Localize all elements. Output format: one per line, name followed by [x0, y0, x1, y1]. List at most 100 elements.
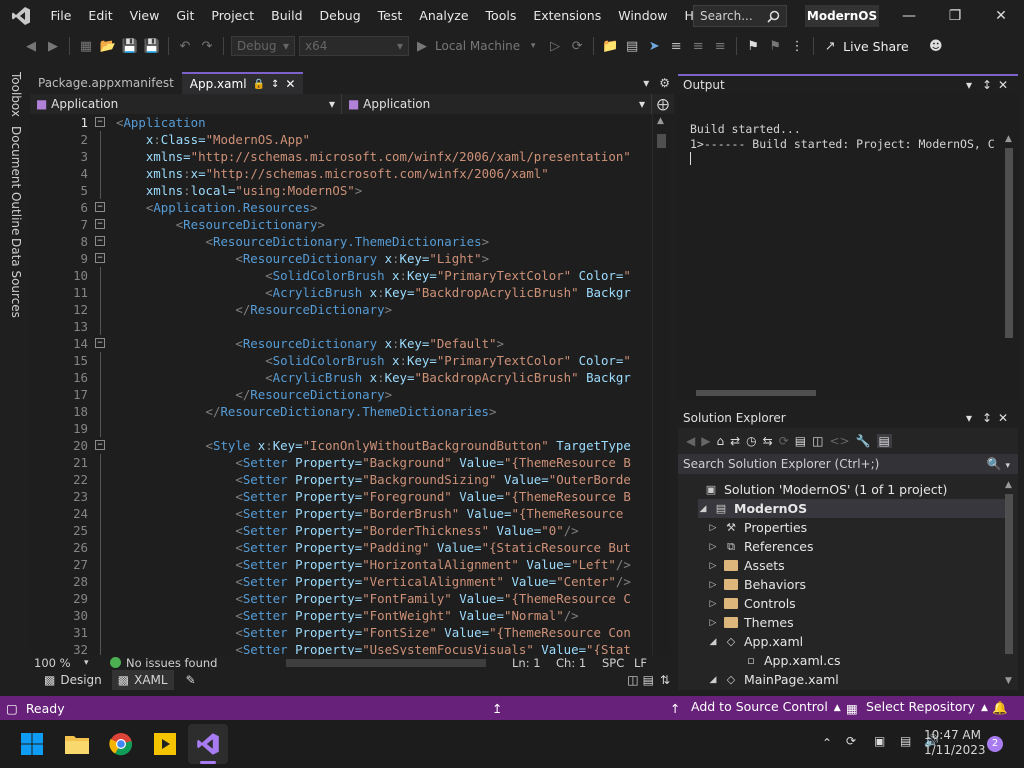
configuration-dropdown[interactable]: Debug ▾: [231, 36, 295, 56]
back-icon[interactable]: ◀: [686, 434, 695, 448]
gear-icon[interactable]: ⚙: [655, 72, 674, 94]
tree-item-assets[interactable]: ▷ Assets: [708, 556, 785, 575]
code-line[interactable]: 32 <Setter Property="UseSystemFocusVisua…: [30, 641, 652, 655]
scroll-up-icon[interactable]: ▲: [1005, 480, 1012, 490]
search-icon[interactable]: 🔍: [987, 457, 1002, 471]
code-line[interactable]: 14− <ResourceDictionary x:Key="Default">: [30, 335, 652, 352]
collapsed-arrow-icon[interactable]: ▷: [708, 523, 718, 533]
code-line[interactable]: 24 <Setter Property="BorderBrush" Value=…: [30, 505, 652, 522]
tab-package-appxmanifest[interactable]: Package.appxmanifest: [30, 72, 182, 94]
chevron-down-icon[interactable]: ▾: [84, 658, 110, 668]
collapsed-arrow-icon[interactable]: ▷: [708, 561, 718, 571]
redo-icon[interactable]: ↷: [198, 37, 216, 55]
collapse-icon[interactable]: −: [95, 117, 105, 127]
folder-view-icon[interactable]: 📁: [601, 37, 619, 55]
collapse-icon[interactable]: −: [95, 440, 105, 450]
tree-item-modernos[interactable]: ◢ ▤ ModernOS: [698, 499, 1008, 518]
show-all-files-icon[interactable]: ◫: [812, 434, 823, 448]
chevron-down-icon[interactable]: ▾: [1005, 461, 1010, 471]
tab-app-xaml[interactable]: App.xaml 🔒 ↕ ✕: [181, 72, 304, 94]
menu-tools[interactable]: Tools: [477, 0, 525, 32]
tree-item-properties[interactable]: ▷ ⚒ Properties: [708, 518, 808, 537]
output-horizontal-scrollbar[interactable]: [680, 386, 1000, 400]
visual-studio-logo-icon[interactable]: [0, 0, 42, 32]
cursor-icon[interactable]: ➤: [645, 37, 663, 55]
expanded-arrow-icon[interactable]: ◢: [708, 637, 718, 647]
member-scope-dropdown[interactable]: ■ Application ▾: [342, 94, 652, 114]
menu-file[interactable]: File: [42, 0, 80, 32]
home-icon[interactable]: ⌂: [716, 434, 724, 448]
project-name-badge[interactable]: ModernOS: [805, 5, 879, 27]
clock[interactable]: 10:47 AM 1/11/2023: [924, 728, 986, 758]
save-all-icon[interactable]: 💾: [143, 37, 161, 55]
chevron-up-icon[interactable]: ⌃: [822, 736, 832, 750]
refresh-icon[interactable]: ⟳: [779, 434, 789, 448]
share-icon[interactable]: ↗: [821, 37, 839, 55]
collapse-icon[interactable]: −: [95, 219, 105, 229]
menu-build[interactable]: Build: [263, 0, 311, 32]
upload-icon[interactable]: ↥: [492, 701, 502, 716]
history-icon[interactable]: ◷: [746, 434, 756, 448]
close-icon[interactable]: ✕: [998, 78, 1018, 92]
menu-analyze[interactable]: Analyze: [411, 0, 477, 32]
code-line[interactable]: 30 <Setter Property="FontWeight" Value="…: [30, 607, 652, 624]
code-line[interactable]: 20− <Style x:Key="IconOnlyWithoutBackgro…: [30, 437, 652, 454]
tab-design[interactable]: ▩ Design: [44, 673, 102, 687]
code-line[interactable]: 10 <SolidColorBrush x:Key="PrimaryTextCo…: [30, 267, 652, 284]
minimize-icon[interactable]: —: [886, 0, 932, 32]
pin-icon[interactable]: ↕: [982, 411, 998, 425]
pin-icon[interactable]: ↕: [982, 78, 998, 92]
start-without-debug-icon[interactable]: ▷: [546, 37, 564, 55]
format-icon[interactable]: ≡: [667, 37, 685, 55]
arrow-up-icon[interactable]: ↑: [670, 701, 680, 716]
menu-extensions[interactable]: Extensions: [525, 0, 610, 32]
tree-item-mainpage-xaml[interactable]: ◢ ◇ MainPage.xaml: [708, 670, 839, 689]
wrench-icon[interactable]: 🔧: [856, 434, 871, 448]
close-icon[interactable]: ✕: [978, 0, 1024, 32]
code-line[interactable]: 8− <ResourceDictionary.ThemeDictionaries…: [30, 233, 652, 250]
insert-mode[interactable]: SPC: [602, 656, 634, 670]
code-line[interactable]: 23 <Setter Property="Foreground" Value="…: [30, 488, 652, 505]
code-line[interactable]: 19: [30, 420, 652, 437]
switch-views-icon[interactable]: ⇄: [730, 434, 740, 448]
add-to-source-control-button[interactable]: Add to Source Control ▲: [691, 699, 841, 717]
code-line[interactable]: 4 xmlns:x="http://schemas.microsoft.com/…: [30, 165, 652, 182]
collapse-icon[interactable]: −: [95, 253, 105, 263]
live-share-button[interactable]: Live Share: [843, 39, 909, 54]
chevron-down-icon[interactable]: ▾: [637, 72, 655, 94]
hot-reload-icon[interactable]: ⟳: [568, 37, 586, 55]
collapse-pane-icon[interactable]: ⇅: [656, 673, 674, 687]
chevron-down-icon[interactable]: ▾: [966, 411, 982, 425]
output-text[interactable]: Build started... 1>------ Build started: …: [690, 122, 995, 165]
expanded-arrow-icon[interactable]: ◢: [708, 675, 718, 685]
code-line[interactable]: 7− <ResourceDictionary>: [30, 216, 652, 233]
forward-icon[interactable]: ▶: [44, 37, 62, 55]
chevron-down-icon[interactable]: ▾: [524, 37, 542, 55]
save-icon[interactable]: 💾: [121, 37, 139, 55]
code-line[interactable]: 16 <AcrylicBrush x:Key="BackdropAcrylicB…: [30, 369, 652, 386]
play-icon[interactable]: ▶: [413, 37, 431, 55]
menu-view[interactable]: View: [121, 0, 168, 32]
code-line[interactable]: 13: [30, 318, 652, 335]
network-icon[interactable]: ▤: [900, 734, 911, 748]
code-line[interactable]: 17 </ResourceDictionary>: [30, 386, 652, 403]
restore-icon[interactable]: ❐: [932, 0, 978, 32]
code-line[interactable]: 28 <Setter Property="VerticalAlignment" …: [30, 573, 652, 590]
code-line[interactable]: 3 xmlns="http://schemas.microsoft.com/wi…: [30, 148, 652, 165]
line-ending[interactable]: LF: [634, 656, 647, 670]
scroll-down-icon[interactable]: ▼: [1005, 676, 1012, 686]
code-line[interactable]: 26 <Setter Property="Padding" Value="{St…: [30, 539, 652, 556]
comment-icon[interactable]: ≡: [689, 37, 707, 55]
bookmark-icon[interactable]: ⚑: [744, 37, 762, 55]
editor-vertical-scrollbar[interactable]: ▲: [652, 114, 670, 655]
scrollbar-thumb[interactable]: [657, 134, 666, 148]
chevron-down-icon[interactable]: ▾: [966, 78, 982, 92]
chrome-icon[interactable]: [101, 724, 141, 764]
file-explorer-icon[interactable]: [57, 724, 97, 764]
undo-icon[interactable]: ↶: [176, 37, 194, 55]
tree-item-app-xaml[interactable]: ◢ ◇ App.xaml: [708, 632, 804, 651]
document-outline-tab[interactable]: Document Outline: [9, 126, 23, 235]
menu-edit[interactable]: Edit: [80, 0, 121, 32]
tree-item-controls[interactable]: ▷ Controls: [708, 594, 796, 613]
column-indicator[interactable]: Ch: 1: [556, 656, 602, 670]
